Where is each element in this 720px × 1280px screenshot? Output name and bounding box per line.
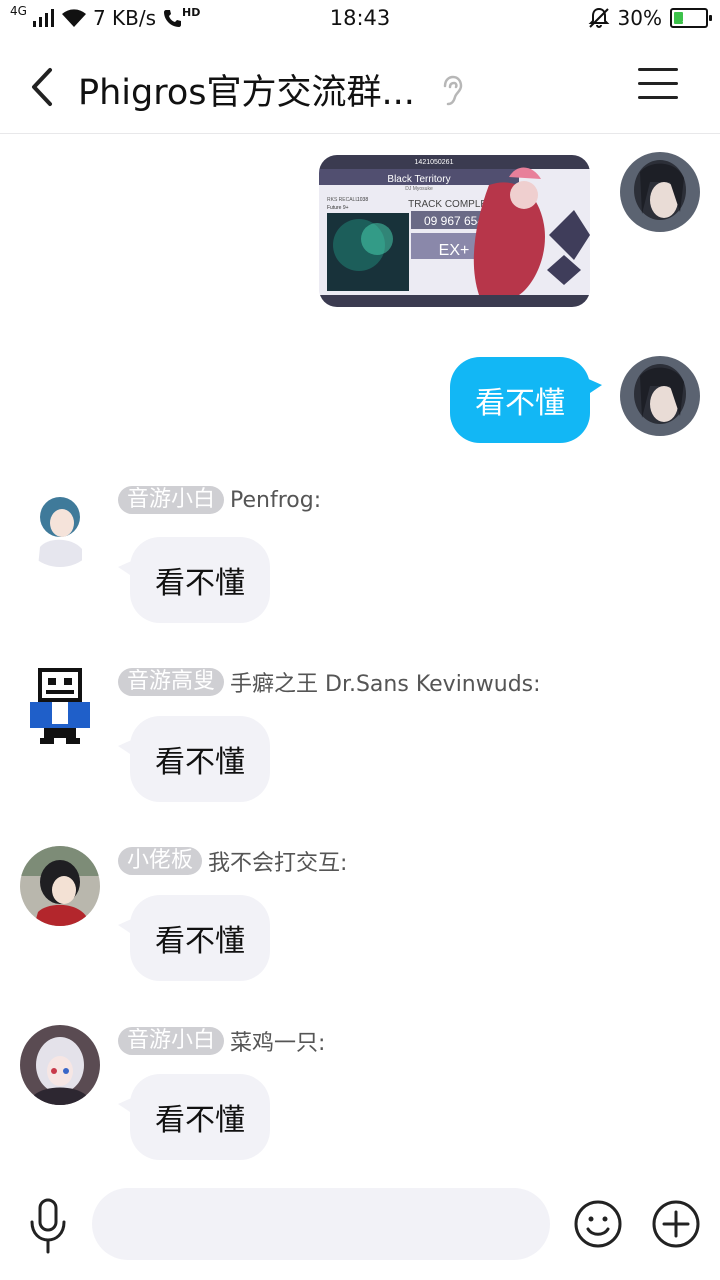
avatar-penfrog[interactable] — [20, 487, 100, 567]
menu-icon[interactable] — [638, 68, 678, 102]
card-difficulty: Future 9+ — [327, 205, 349, 211]
avatar-caiji[interactable] — [20, 1025, 100, 1105]
my-avatar-2[interactable] — [620, 356, 700, 436]
avatar-sans[interactable] — [20, 666, 100, 746]
member-badge: 音游小白 — [118, 1027, 225, 1055]
my-avatar[interactable] — [620, 152, 700, 232]
incoming-message-bubble[interactable]: 看不懂 — [118, 537, 270, 623]
emoji-icon[interactable] — [573, 1199, 623, 1249]
battery-icon: ⚡ — [670, 7, 712, 28]
card-rks-value: 1038 — [357, 197, 368, 203]
earpiece-icon[interactable] — [436, 74, 466, 108]
chat-title[interactable]: Phigros官方交流群... — [78, 64, 415, 115]
card-rks-label: RKS RECALL — [327, 197, 358, 203]
status-right: 30% ⚡ — [588, 6, 712, 30]
incoming-message-bubble[interactable]: 看不懂 — [118, 895, 270, 981]
sender-line-3: 小佬板 我不会打交互: — [118, 845, 347, 877]
sender-name[interactable]: 我不会打交互: — [208, 845, 347, 877]
member-badge: 小佬板 — [118, 847, 203, 875]
sender-line-2: 音游高叟 手癖之王 Dr.Sans Kevinwuds: — [118, 666, 541, 698]
score-screenshot-image[interactable]: Black Territory 1421050261 DJ Myosuke RK… — [319, 155, 590, 307]
chat-screen: 4G 7 KB/s HD 18:43 30% ⚡ Phigros官方交流群...… — [0, 0, 720, 1280]
incoming-message-bubble[interactable]: 看不懂 — [118, 716, 270, 802]
card-artist: DJ Myosuke — [405, 186, 433, 192]
outgoing-message-bubble[interactable]: 看不懂 — [450, 357, 602, 443]
sender-name[interactable]: 菜鸡一只: — [230, 1025, 325, 1057]
status-bar: 4G 7 KB/s HD 18:43 30% ⚡ — [0, 0, 720, 40]
incoming-message-bubble[interactable]: 看不懂 — [118, 1074, 270, 1160]
charging-icon: ⚡ — [681, 7, 693, 26]
sender-line-4: 音游小白 菜鸡一只: — [118, 1025, 325, 1057]
sender-name[interactable]: Penfrog: — [230, 488, 321, 513]
avatar-xiaolaoban[interactable] — [20, 846, 100, 926]
member-badge: 音游高叟 — [118, 668, 225, 696]
message-input[interactable] — [92, 1188, 550, 1260]
card-grade: EX+ — [439, 242, 470, 259]
battery-percent: 30% — [617, 6, 662, 30]
plus-icon[interactable] — [651, 1199, 701, 1249]
back-chevron-icon[interactable] — [24, 64, 64, 110]
microphone-icon[interactable] — [28, 1198, 68, 1254]
card-id: 1421050261 — [415, 159, 454, 166]
input-bar — [0, 1180, 720, 1280]
card-song-title: Black Territory — [387, 174, 450, 185]
chat-header: Phigros官方交流群... — [0, 40, 720, 134]
sender-line-1: 音游小白 Penfrog: — [118, 486, 321, 514]
card-score: 09 967 654 — [424, 214, 484, 228]
member-badge: 音游小白 — [118, 486, 225, 514]
mute-bell-icon — [588, 7, 609, 28]
sender-name[interactable]: 手癖之王 Dr.Sans Kevinwuds: — [230, 666, 541, 698]
